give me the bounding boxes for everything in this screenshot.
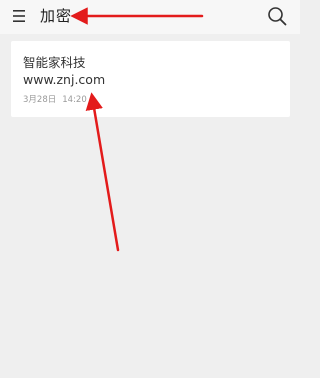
note-card[interactable]: 智能家科技 www.znj.com 3月28日 14:20 [11,41,290,117]
note-timestamp: 3月28日 14:20 [23,95,87,106]
app-bar: 加密 [0,0,300,34]
note-content-line-1: 智能家科技 [23,55,86,70]
annotation-arrow-to-note [85,92,120,252]
hamburger-menu-icon[interactable] [12,8,26,24]
search-icon[interactable] [266,5,288,27]
page-title: 加密 [40,7,73,25]
note-content-line-2: www.znj.com [23,72,106,87]
note-time: 14:20 [62,95,87,105]
note-date: 3月28日 [23,95,57,105]
